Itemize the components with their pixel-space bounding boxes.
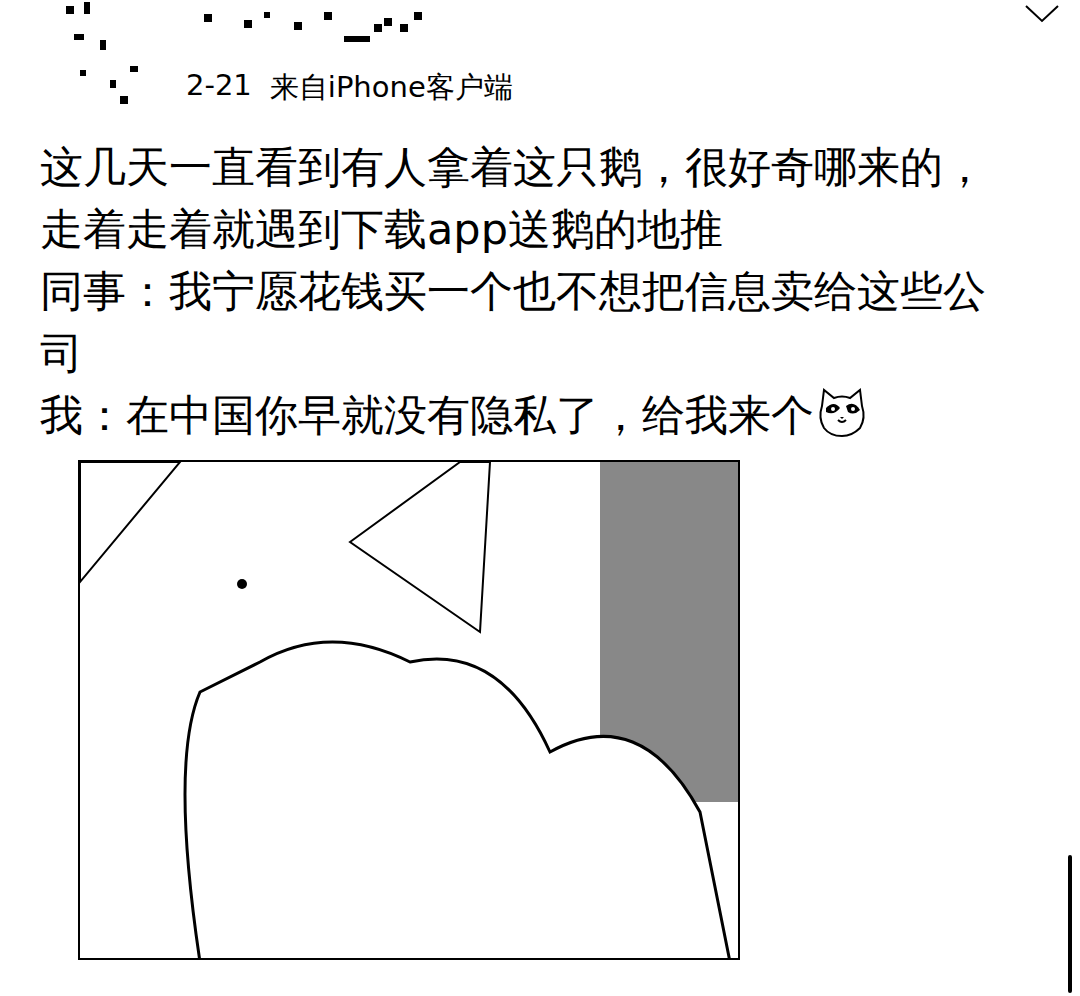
- avatar-image[interactable]: [60, 0, 156, 108]
- author-column: 2-21 来自iPhone客户端: [184, 0, 513, 108]
- post-text-line: 我：在中国你早就没有隐私了，给我来个: [40, 384, 1008, 446]
- post-meta: 2-21 来自iPhone客户端: [184, 68, 513, 108]
- post-text: 这几天一直看到有人拿着这只鹅，很好奇哪来的，走着走着就遇到下载app送鹅的地推: [40, 142, 986, 254]
- post-header: 2-21 来自iPhone客户端: [0, 0, 1080, 118]
- chevron-down-icon[interactable]: [1024, 4, 1060, 24]
- post-text: 我：在中国你早就没有隐私了，给我来个: [40, 390, 814, 440]
- cat-emoji-icon: [816, 386, 868, 438]
- post-text: 同事：我宁愿花钱买一个也不想把信息卖给这些公司: [40, 266, 986, 378]
- username-redacted[interactable]: [184, 8, 424, 48]
- post-photo[interactable]: [78, 460, 740, 960]
- scrollbar[interactable]: [1068, 855, 1072, 993]
- post-source: 来自iPhone客户端: [270, 68, 513, 108]
- post-body: 这几天一直看到有人拿着这只鹅，很好奇哪来的，走着走着就遇到下载app送鹅的地推同…: [0, 118, 1080, 960]
- post-text-line: 这几天一直看到有人拿着这只鹅，很好奇哪来的，走着走着就遇到下载app送鹅的地推: [40, 136, 1008, 260]
- author-info: 2-21 来自iPhone客户端: [60, 0, 513, 108]
- post-text-line: 同事：我宁愿花钱买一个也不想把信息卖给这些公司: [40, 260, 1008, 384]
- post-date: 2-21: [186, 68, 252, 108]
